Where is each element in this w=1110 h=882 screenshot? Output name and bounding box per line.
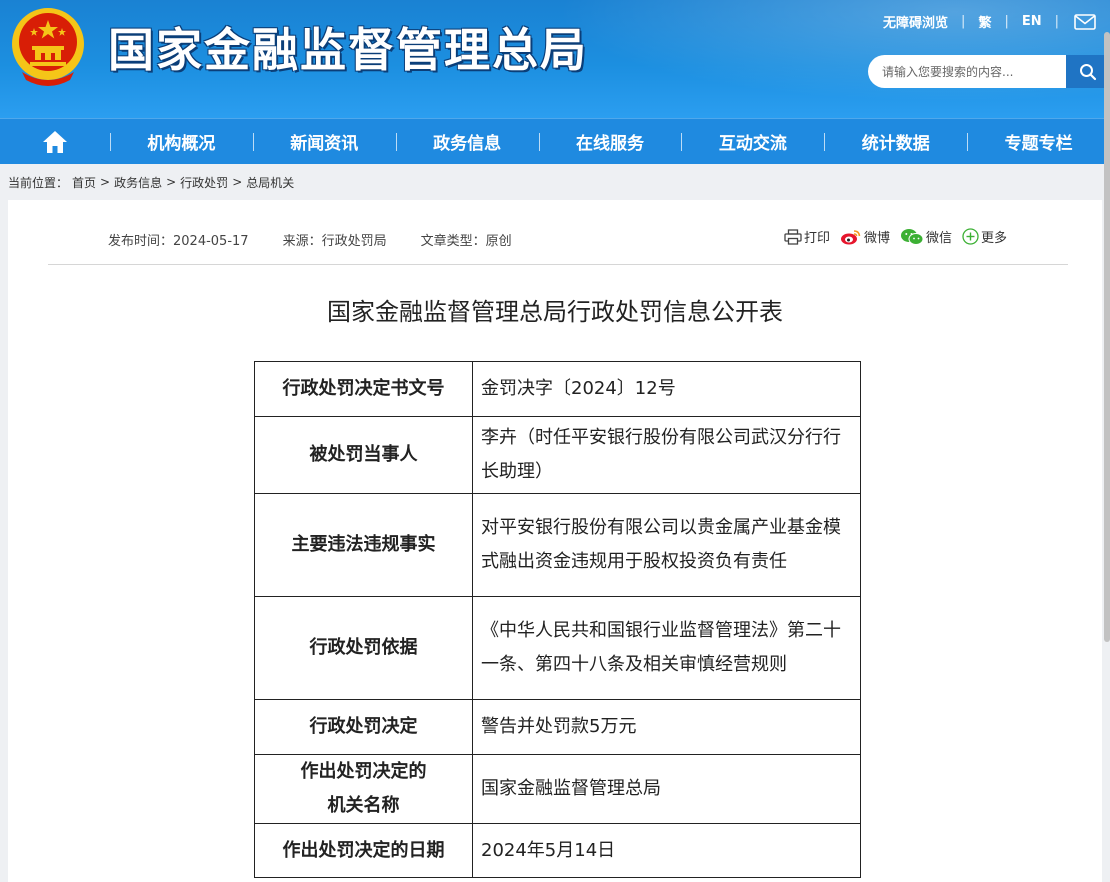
- nav-item-government-info[interactable]: 政务信息: [395, 129, 539, 154]
- print-label: 打印: [804, 231, 831, 246]
- breadcrumb-penalties[interactable]: 行政处罚: [180, 174, 228, 191]
- link-separator: |: [1054, 14, 1059, 29]
- top-links: 无障碍浏览 | 繁 | EN |: [883, 12, 1096, 31]
- mail-icon[interactable]: [1074, 13, 1096, 30]
- row-key: 行政处罚决定: [254, 699, 473, 755]
- row-key-line: 作出处罚决定的: [300, 761, 427, 782]
- article-title: 国家金融监督管理总局行政处罚信息公开表: [327, 298, 783, 326]
- weibo-icon: [841, 229, 861, 244]
- printer-icon: [784, 228, 802, 245]
- breadcrumb: 当前位置： 首页 > 政务信息 > 行政处罚 > 总局机关: [0, 164, 1110, 200]
- breadcrumb-headquarters[interactable]: 总局机关: [246, 174, 294, 191]
- nav-item-interaction[interactable]: 互动交流: [681, 129, 824, 154]
- nav-item-news[interactable]: 新闻资讯: [252, 129, 396, 154]
- link-separator: |: [1004, 14, 1009, 29]
- weibo-share-button[interactable]: 微博: [840, 227, 890, 246]
- breadcrumb-separator: >: [100, 175, 111, 189]
- table-row: 被处罚当事人 李卉（时任平安银行股份有限公司武汉分行行长助理）: [254, 416, 861, 494]
- search-box: [868, 55, 1110, 88]
- national-emblem-icon: [12, 8, 84, 86]
- wechat-label: 微信: [926, 231, 953, 246]
- row-key: 作出处罚决定的日期: [254, 823, 473, 878]
- nav-home[interactable]: [0, 119, 110, 165]
- row-value: 李卉（时任平安银行股份有限公司武汉分行行长助理）: [472, 416, 861, 494]
- table-row: 作出处罚决定的 机关名称 国家金融监督管理总局: [254, 754, 861, 824]
- row-value: 2024年5月14日: [472, 823, 861, 878]
- link-separator: |: [961, 14, 966, 29]
- row-value: 国家金融监督管理总局: [472, 754, 861, 824]
- article-source: 来源：行政处罚局: [282, 234, 387, 249]
- nav-item-special-topics[interactable]: 专题专栏: [967, 129, 1110, 154]
- weibo-label: 微博: [864, 231, 891, 246]
- row-key: 行政处罚决定书文号: [254, 361, 473, 417]
- share-bar: 打印 微博 微信 更多: [784, 227, 1017, 246]
- breadcrumb-separator: >: [232, 175, 243, 189]
- breadcrumb-home[interactable]: 首页: [72, 174, 96, 191]
- row-key: 作出处罚决定的 机关名称: [254, 754, 473, 824]
- site-header: 国家金融监督管理总局 无障碍浏览 | 繁 | EN |: [0, 0, 1110, 118]
- more-share-button[interactable]: 更多: [962, 227, 1007, 246]
- home-icon: [42, 130, 67, 153]
- article-type: 文章类型：原创: [420, 234, 512, 249]
- nav-item-online-services[interactable]: 在线服务: [538, 129, 682, 154]
- more-label: 更多: [981, 231, 1008, 246]
- table-row: 主要违法违规事实 对平安银行股份有限公司以贵金属产业基金模式融出资金违规用于股权…: [254, 493, 861, 597]
- row-value: 金罚决字〔2024〕12号: [472, 361, 861, 417]
- breadcrumb-government-info[interactable]: 政务信息: [114, 174, 162, 191]
- accessibility-link[interactable]: 无障碍浏览: [883, 12, 948, 31]
- search-icon: [1080, 63, 1097, 80]
- main-nav: 机构概况 新闻资讯 政务信息 在线服务 互动交流 统计数据 专题专栏: [0, 118, 1110, 164]
- row-key: 主要违法违规事实: [254, 493, 473, 597]
- row-value: 警告并处罚款5万元: [472, 699, 861, 755]
- table-row: 行政处罚决定 警告并处罚款5万元: [254, 699, 861, 755]
- table-row: 作出处罚决定的日期 2024年5月14日: [254, 823, 861, 878]
- row-value: 《中华人民共和国银行业监督管理法》第二十一条、第四十八条及相关审慎经营规则: [472, 596, 861, 700]
- breadcrumb-label: 当前位置：: [8, 175, 69, 190]
- table-row: 行政处罚决定书文号 金罚决字〔2024〕12号: [254, 361, 861, 417]
- article-container: 发布时间：2024-05-17 来源：行政处罚局 文章类型：原创 打印 微博 微…: [8, 200, 1102, 882]
- nav-item-statistics[interactable]: 统计数据: [824, 129, 967, 154]
- publish-time: 发布时间：2024-05-17: [108, 234, 249, 249]
- row-key: 被处罚当事人: [254, 416, 473, 494]
- print-button[interactable]: 打印: [784, 227, 830, 246]
- penalty-info-table: 行政处罚决定书文号 金罚决字〔2024〕12号 被处罚当事人 李卉（时任平安银行…: [254, 361, 861, 878]
- row-key: 行政处罚依据: [254, 596, 473, 700]
- table-row: 行政处罚依据 《中华人民共和国银行业监督管理法》第二十一条、第四十八条及相关审慎…: [254, 596, 861, 700]
- page-scrollbar[interactable]: [1104, 32, 1110, 642]
- nav-item-about[interactable]: 机构概况: [109, 129, 253, 154]
- breadcrumb-separator: >: [166, 175, 177, 189]
- article-meta: 发布时间：2024-05-17 来源：行政处罚局 文章类型：原创: [108, 230, 546, 249]
- search-input[interactable]: [868, 55, 1068, 88]
- divider: [48, 264, 1068, 265]
- traditional-chinese-link[interactable]: 繁: [978, 12, 991, 31]
- row-key-line: 机关名称: [327, 795, 400, 816]
- site-title: 国家金融监督管理总局: [108, 23, 588, 77]
- wechat-icon: [901, 228, 924, 245]
- english-link[interactable]: EN: [1022, 14, 1042, 29]
- plus-circle-icon: [962, 228, 979, 245]
- wechat-share-button[interactable]: 微信: [900, 227, 952, 246]
- row-value: 对平安银行股份有限公司以贵金属产业基金模式融出资金违规用于股权投资负有责任: [472, 493, 861, 597]
